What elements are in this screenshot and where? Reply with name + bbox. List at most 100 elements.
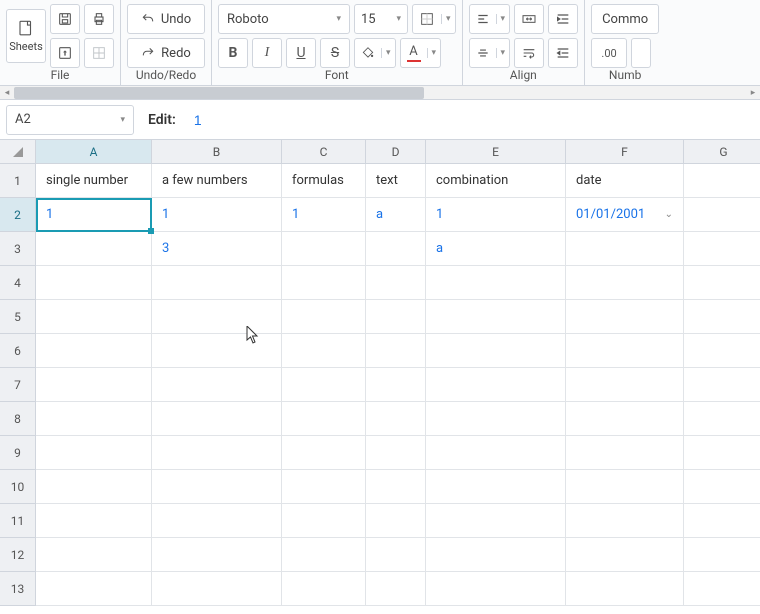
- cell-F10[interactable]: [566, 470, 684, 504]
- sheets-button[interactable]: Sheets: [6, 9, 46, 63]
- row-header-9[interactable]: 9: [0, 436, 36, 470]
- cell-G12[interactable]: [684, 538, 760, 572]
- cell-G3[interactable]: [684, 232, 760, 266]
- cell-A2[interactable]: 1: [36, 198, 152, 232]
- name-box[interactable]: A2 ▾: [6, 105, 134, 135]
- font-color-button[interactable]: A ▾: [400, 38, 442, 68]
- cell-E10[interactable]: [426, 470, 566, 504]
- cell-D2[interactable]: a: [366, 198, 426, 232]
- cell-E9[interactable]: [426, 436, 566, 470]
- cell-D9[interactable]: [366, 436, 426, 470]
- cell-G7[interactable]: [684, 368, 760, 402]
- column-header-F[interactable]: F: [566, 140, 684, 164]
- borders-button[interactable]: ▾: [412, 4, 456, 34]
- cell-F9[interactable]: [566, 436, 684, 470]
- cell-D12[interactable]: [366, 538, 426, 572]
- cell-F13[interactable]: [566, 572, 684, 606]
- cell-B7[interactable]: [152, 368, 282, 402]
- cell-A6[interactable]: [36, 334, 152, 368]
- scroll-right-arrow[interactable]: ▸: [746, 86, 760, 100]
- cell-G13[interactable]: [684, 572, 760, 606]
- cell-C9[interactable]: [282, 436, 366, 470]
- cell-B13[interactable]: [152, 572, 282, 606]
- cell-E6[interactable]: [426, 334, 566, 368]
- cell-B4[interactable]: [152, 266, 282, 300]
- fill-color-button[interactable]: ▾: [354, 38, 396, 68]
- cell-G5[interactable]: [684, 300, 760, 334]
- wrap-button[interactable]: [514, 38, 544, 68]
- row-header-13[interactable]: 13: [0, 572, 36, 606]
- column-header-D[interactable]: D: [366, 140, 426, 164]
- cell-G4[interactable]: [684, 266, 760, 300]
- italic-button[interactable]: I: [252, 38, 282, 68]
- font-size-select[interactable]: 15 ▾: [354, 4, 408, 34]
- cell-G6[interactable]: [684, 334, 760, 368]
- toolbar-hscroll[interactable]: ◂ ▸: [0, 86, 760, 100]
- bold-button[interactable]: B: [218, 38, 248, 68]
- formula-input[interactable]: [190, 105, 760, 135]
- scroll-left-arrow[interactable]: ◂: [0, 86, 14, 100]
- cell-B9[interactable]: [152, 436, 282, 470]
- cell-C6[interactable]: [282, 334, 366, 368]
- cell-B11[interactable]: [152, 504, 282, 538]
- cell-A11[interactable]: [36, 504, 152, 538]
- cell-F6[interactable]: [566, 334, 684, 368]
- cell-D1[interactable]: text: [366, 164, 426, 198]
- row-header-12[interactable]: 12: [0, 538, 36, 572]
- cell-D6[interactable]: [366, 334, 426, 368]
- save-button[interactable]: [50, 4, 80, 34]
- font-family-select[interactable]: Roboto ▾: [218, 4, 350, 34]
- increase-decimal-button[interactable]: .00: [591, 38, 627, 68]
- cell-E5[interactable]: [426, 300, 566, 334]
- column-header-A[interactable]: A: [36, 140, 152, 164]
- cell-C10[interactable]: [282, 470, 366, 504]
- chevron-down-icon[interactable]: ⌄: [665, 209, 673, 220]
- cell-E13[interactable]: [426, 572, 566, 606]
- cell-E11[interactable]: [426, 504, 566, 538]
- cell-D5[interactable]: [366, 300, 426, 334]
- cell-E12[interactable]: [426, 538, 566, 572]
- row-header-6[interactable]: 6: [0, 334, 36, 368]
- indent-dec-button[interactable]: [548, 38, 578, 68]
- cell-E4[interactable]: [426, 266, 566, 300]
- halign-button[interactable]: ▾: [469, 4, 511, 34]
- cell-C2[interactable]: 1: [282, 198, 366, 232]
- column-header-G[interactable]: G: [684, 140, 760, 164]
- grid-button[interactable]: [84, 38, 114, 68]
- cell-G2[interactable]: [684, 198, 760, 232]
- row-header-3[interactable]: 3: [0, 232, 36, 266]
- cell-G10[interactable]: [684, 470, 760, 504]
- cell-F12[interactable]: [566, 538, 684, 572]
- merge-button[interactable]: [514, 4, 544, 34]
- cell-D3[interactable]: [366, 232, 426, 266]
- cell-G11[interactable]: [684, 504, 760, 538]
- cell-D13[interactable]: [366, 572, 426, 606]
- number-format-button[interactable]: Commo: [591, 4, 659, 34]
- cell-D8[interactable]: [366, 402, 426, 436]
- cell-B1[interactable]: a few numbers: [152, 164, 282, 198]
- decrease-decimal-button[interactable]: [631, 38, 651, 68]
- select-all-corner[interactable]: [0, 140, 36, 164]
- cell-G1[interactable]: [684, 164, 760, 198]
- underline-button[interactable]: U: [286, 38, 316, 68]
- cell-A4[interactable]: [36, 266, 152, 300]
- cell-D4[interactable]: [366, 266, 426, 300]
- cell-C1[interactable]: formulas: [282, 164, 366, 198]
- row-header-2[interactable]: 2: [0, 198, 36, 232]
- export-button[interactable]: [50, 38, 80, 68]
- cell-A10[interactable]: [36, 470, 152, 504]
- cell-G9[interactable]: [684, 436, 760, 470]
- cell-F3[interactable]: [566, 232, 684, 266]
- row-header-11[interactable]: 11: [0, 504, 36, 538]
- cell-F8[interactable]: [566, 402, 684, 436]
- row-header-1[interactable]: 1: [0, 164, 36, 198]
- row-header-10[interactable]: 10: [0, 470, 36, 504]
- cell-E1[interactable]: combination: [426, 164, 566, 198]
- row-header-7[interactable]: 7: [0, 368, 36, 402]
- cell-A8[interactable]: [36, 402, 152, 436]
- print-button[interactable]: [84, 4, 114, 34]
- cell-A1[interactable]: single number: [36, 164, 152, 198]
- cell-F4[interactable]: [566, 266, 684, 300]
- cell-C7[interactable]: [282, 368, 366, 402]
- cell-A13[interactable]: [36, 572, 152, 606]
